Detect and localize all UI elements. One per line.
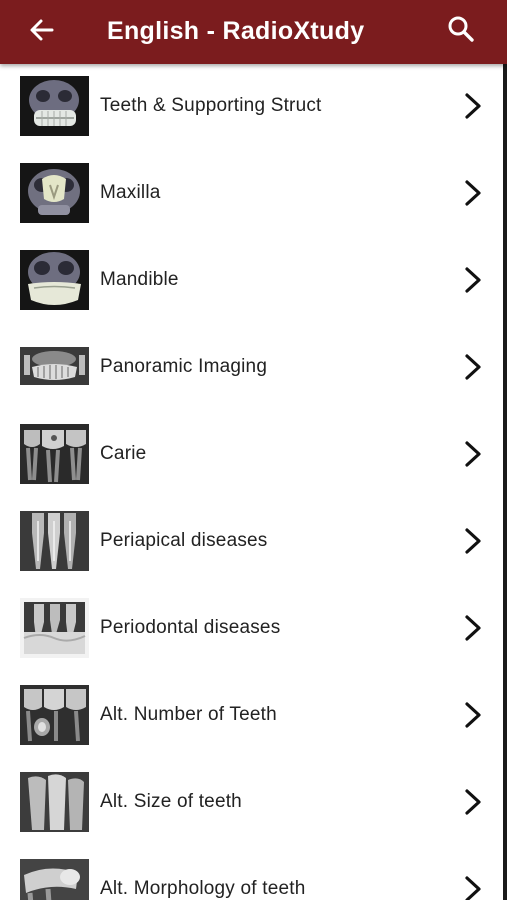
list-item[interactable]: Periapical diseases [0,499,503,586]
thumbnail-image [20,76,89,136]
list-item[interactable]: Maxilla [0,151,503,238]
thumbnail-image [20,250,89,310]
thumbnail-image [20,772,89,832]
thumbnail-image [20,598,89,658]
list-item[interactable]: Teeth & Supporting Struct [0,64,503,151]
chevron-right-icon [458,872,488,900]
chevron-right-icon [458,350,488,384]
item-label: Alt. Size of teeth [100,791,242,812]
chevron-right-icon [458,611,488,645]
list-item[interactable]: Alt. Morphology of teeth [0,847,503,900]
list-item[interactable]: Carie [0,412,503,499]
item-label: Maxilla [100,182,161,203]
chevron-right-icon [458,785,488,819]
arrow-left-icon [29,17,55,48]
search-icon [447,15,475,48]
list-item[interactable]: Panoramic Imaging [0,325,503,412]
app-bar: English - RadioXtudy [0,0,507,64]
list-item[interactable]: Alt. Number of Teeth [0,673,503,760]
thumbnail-image [20,337,89,397]
chevron-right-icon [458,524,488,558]
list-item[interactable]: Periodontal diseases [0,586,503,673]
item-label: Mandible [100,269,179,290]
item-label: Teeth & Supporting Struct [100,95,322,116]
item-label: Alt. Number of Teeth [100,704,277,725]
item-label: Periodontal diseases [100,617,281,638]
chevron-right-icon [458,89,488,123]
app-title: English - RadioXtudy [107,17,365,45]
list-item[interactable]: Mandible [0,238,503,325]
chevron-right-icon [458,698,488,732]
item-label: Alt. Morphology of teeth [100,878,306,899]
thumbnail-image [20,424,89,484]
item-label: Carie [100,443,147,464]
back-button[interactable] [24,14,60,50]
chevron-right-icon [458,176,488,210]
thumbnail-image [20,859,89,900]
thumbnail-image [20,685,89,745]
topic-list[interactable]: Teeth & Supporting Struct Maxilla Mandib… [0,64,503,900]
thumbnail-image [20,511,89,571]
item-label: Panoramic Imaging [100,356,268,377]
app-screen: English - RadioXtudy Teeth & Supporting … [0,0,507,900]
item-label: Periapical diseases [100,530,268,551]
chevron-right-icon [458,437,488,471]
chevron-right-icon [458,263,488,297]
thumbnail-image [20,163,89,223]
search-button[interactable] [443,13,479,49]
list-item[interactable]: Alt. Size of teeth [0,760,503,847]
scrollbar[interactable] [503,64,507,900]
